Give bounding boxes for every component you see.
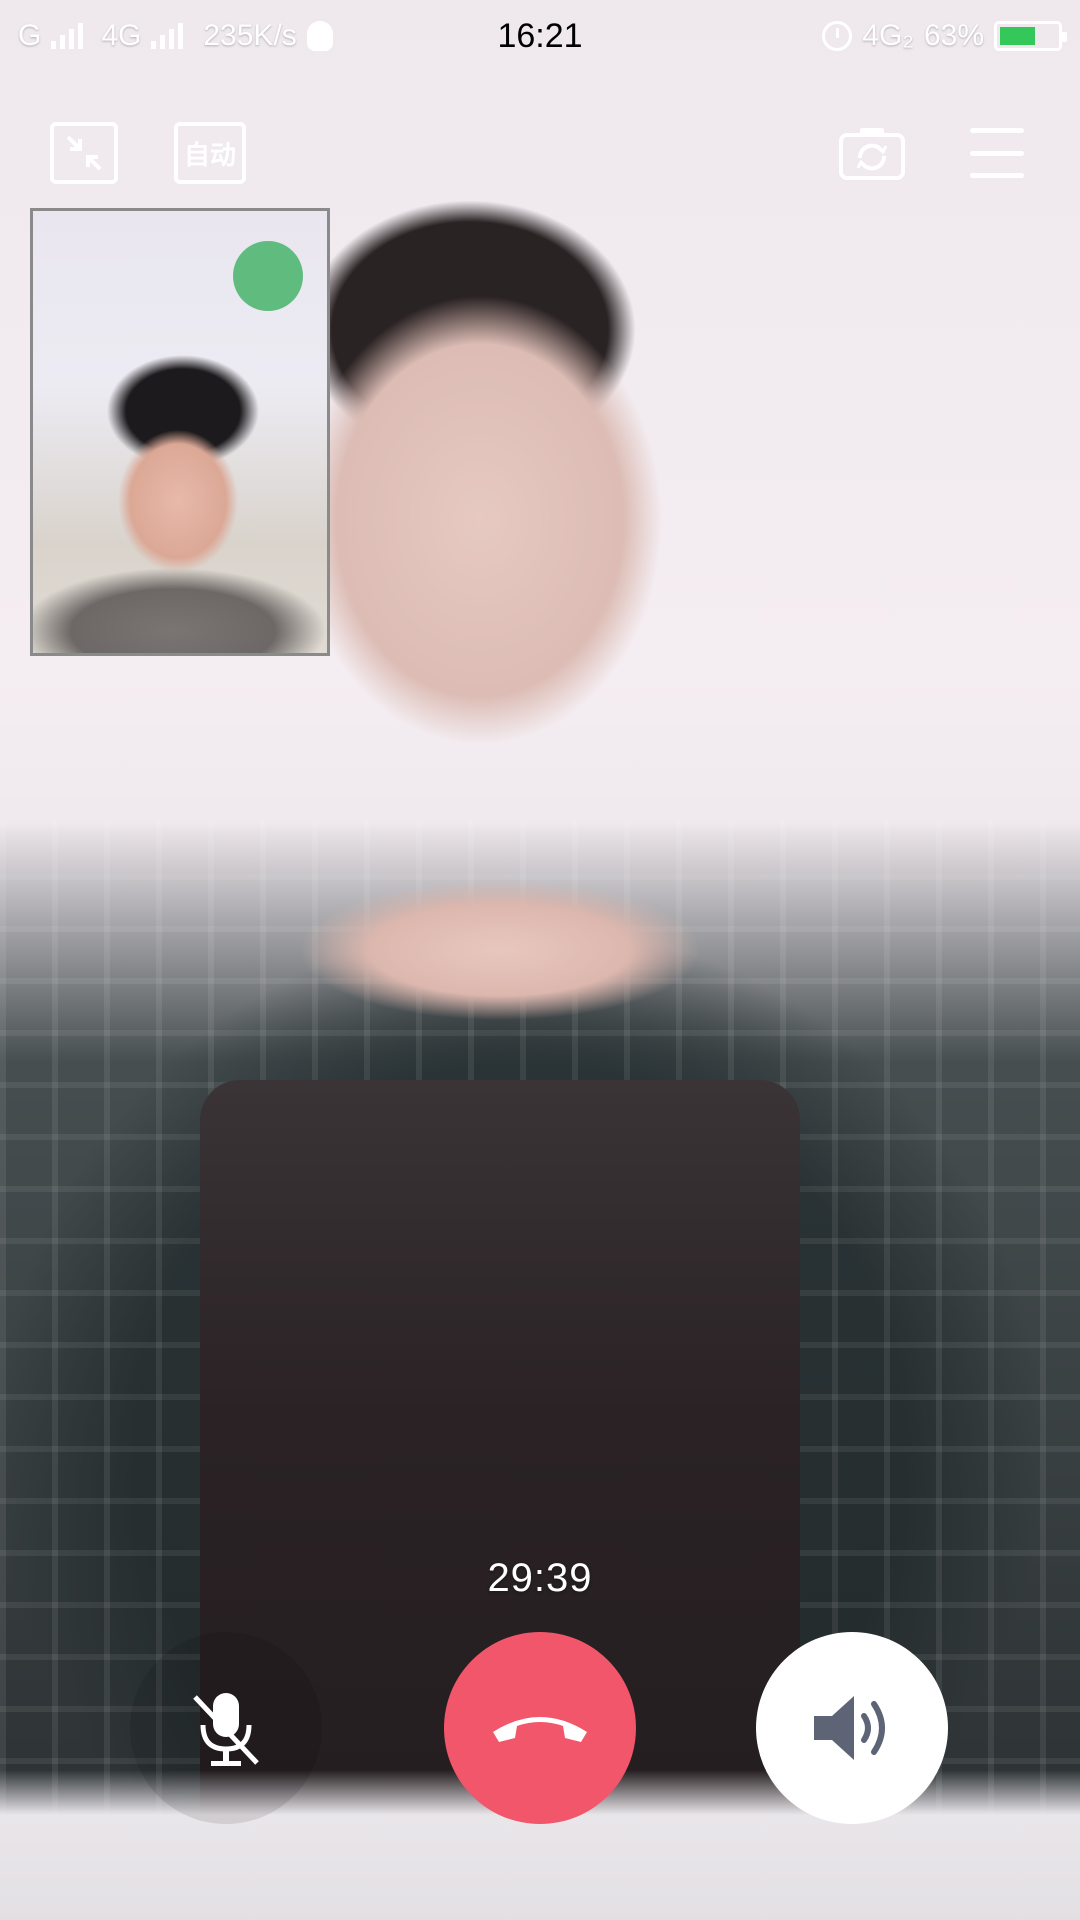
minimize-arrows-icon — [66, 135, 102, 171]
call-duration: 29:39 — [487, 1556, 593, 1600]
carrier-2-label: 4G — [101, 19, 142, 52]
auto-button[interactable]: 自动 — [174, 122, 246, 184]
hang-up-button[interactable] — [444, 1632, 636, 1824]
switch-camera-button[interactable] — [838, 122, 906, 184]
speaker-button[interactable] — [756, 1632, 948, 1824]
carrier-1-label: G — [18, 19, 42, 52]
network-type-label: 4G₂ — [862, 19, 914, 52]
clover-decoration — [233, 241, 303, 311]
status-bar-right: 4G₂ 63% — [822, 19, 1067, 53]
minimize-button[interactable] — [50, 122, 118, 184]
status-bar-left: G 4G 235K/s — [18, 19, 333, 53]
status-bar: G 4G 235K/s 4G₂ 63% — [0, 0, 1080, 72]
menu-button[interactable] — [970, 128, 1024, 178]
signal-2-icon — [151, 23, 184, 49]
self-preview-video[interactable] — [30, 208, 330, 656]
microphone-muted-icon — [193, 1693, 259, 1766]
remote-video-hands — [300, 880, 700, 1030]
phone-hangup-icon — [493, 1717, 587, 1742]
signal-1-icon — [51, 23, 84, 49]
camera-switch-icon — [839, 128, 905, 180]
speaker-icon — [814, 1696, 885, 1760]
auto-button-label: 自动 — [183, 139, 236, 170]
battery-percent: 63% — [923, 19, 984, 52]
qq-notification-icon — [306, 21, 333, 51]
alarm-icon — [822, 21, 853, 51]
mute-button[interactable] — [130, 1632, 322, 1824]
net-speed: 235K/s — [203, 19, 297, 52]
hamburger-menu-icon — [970, 128, 1024, 133]
battery-icon — [994, 21, 1067, 51]
battery-fill — [1000, 27, 1035, 45]
